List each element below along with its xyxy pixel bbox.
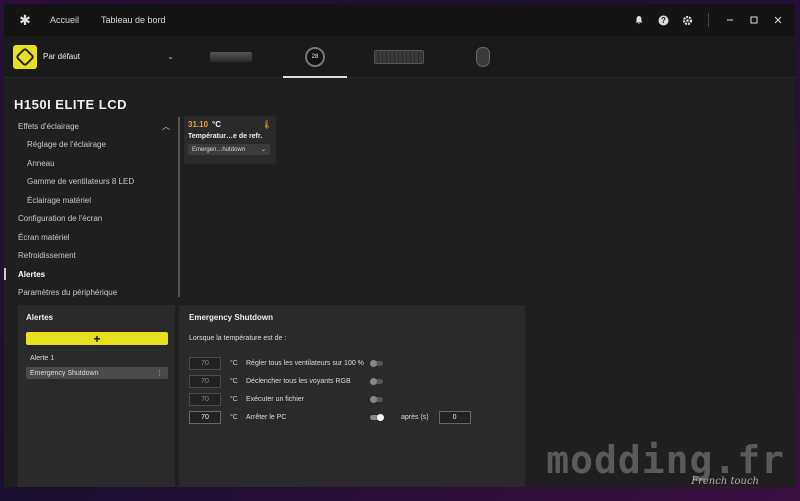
- unit-label: °C: [230, 396, 238, 403]
- profile-hexagon-icon: [13, 44, 37, 69]
- sidebar-item-ring[interactable]: Anneau: [4, 154, 176, 173]
- maximize-icon[interactable]: [747, 13, 761, 27]
- device-title: H150I ELITE LCD: [14, 97, 127, 112]
- temperature-value: 31.10: [188, 120, 209, 129]
- alerts-panel: Alertes + Alerte 1 Emergency Shutdown ⋮: [18, 305, 175, 487]
- alert-select-value: Emergen…hutdown: [192, 146, 246, 153]
- sidebar-item-fan-8led[interactable]: Gamme de ventilateurs 8 LED: [4, 173, 176, 192]
- threshold-input[interactable]: 70: [189, 411, 221, 424]
- device-keyboard[interactable]: [367, 36, 431, 78]
- action-row-fans: 70 °C Régler tous les ventilateurs sur 1…: [189, 357, 383, 370]
- corsair-logo-icon: ✱: [19, 11, 31, 28]
- title-bar: ✱ Accueil Tableau de bord ?: [4, 4, 795, 36]
- sidebar-item-hardware-screen[interactable]: Écran matériel: [4, 228, 176, 247]
- sidebar-item-lighting-effects[interactable]: Effets d'éclairage ︿: [4, 117, 176, 136]
- unit-label: °C: [230, 414, 238, 421]
- sidebar-item-cooling[interactable]: Refroidissement: [4, 247, 176, 266]
- alerts-title: Alertes: [26, 313, 54, 322]
- action-row-shutdown: 70 °C Arrêter le PC après (s) 0: [189, 411, 471, 424]
- delay-input[interactable]: 0: [438, 411, 471, 424]
- device-gpu[interactable]: [199, 36, 263, 78]
- sidebar-item-screen-config[interactable]: Configuration de l'écran: [4, 210, 176, 229]
- action-label: Déclencher tous les voyants RGB: [246, 378, 351, 385]
- sidebar-item-hardware-lighting[interactable]: Éclairage matériel: [4, 191, 176, 210]
- unit-label: °C: [230, 378, 238, 385]
- gpu-icon: [210, 51, 252, 62]
- sidebar-item-alerts[interactable]: Alertes: [4, 265, 176, 284]
- profile-selector[interactable]: Par défaut ⌄: [4, 44, 174, 69]
- temperature-unit: °C: [212, 120, 222, 129]
- threshold-input[interactable]: 70: [189, 375, 221, 388]
- minimize-icon[interactable]: [723, 13, 737, 27]
- threshold-input[interactable]: 70: [189, 393, 221, 406]
- temperature-card[interactable]: 31.10 °C 🌡 Températur…e de refr. Emergen…: [184, 116, 276, 164]
- add-alert-button[interactable]: +: [26, 332, 168, 346]
- action-row-rgb: 70 °C Déclencher tous les voyants RGB: [189, 375, 383, 388]
- action-label: Exécuter un fichier: [246, 396, 304, 403]
- bell-icon[interactable]: [632, 13, 646, 27]
- device-pump[interactable]: 28: [283, 36, 347, 78]
- sidebar-item-device-settings[interactable]: Paramètres du périphérique: [4, 284, 176, 303]
- threshold-input[interactable]: 70: [189, 357, 221, 370]
- gear-icon[interactable]: [680, 13, 694, 27]
- help-icon[interactable]: ?: [656, 13, 670, 27]
- device-mouse[interactable]: [451, 36, 515, 78]
- emergency-title: Emergency Shutdown: [189, 313, 274, 322]
- unit-label: °C: [230, 360, 238, 367]
- nav-home[interactable]: Accueil: [50, 15, 79, 25]
- keyboard-icon: [374, 49, 424, 64]
- chevron-down-icon: ⌄: [260, 147, 266, 153]
- chevron-down-icon: ⌄: [167, 52, 174, 61]
- alert-item-label: Emergency Shutdown: [30, 369, 99, 377]
- action-label: Régler tous les ventilateurs sur 100 %: [246, 360, 364, 367]
- watermark: modding.fr French touch: [546, 438, 785, 487]
- file-toggle[interactable]: [370, 396, 383, 403]
- divider: [708, 13, 709, 27]
- alert-item-emergency[interactable]: Emergency Shutdown ⋮: [26, 367, 168, 379]
- app-window: ✱ Accueil Tableau de bord ? Par défaut ⌄…: [4, 4, 795, 487]
- nav-dashboard[interactable]: Tableau de bord: [101, 15, 166, 25]
- alert-select[interactable]: Emergen…hutdown ⌄: [188, 144, 270, 155]
- emergency-subtitle: Lorsque la température est de :: [189, 335, 287, 342]
- close-icon[interactable]: [771, 13, 785, 27]
- thermometer-icon: 🌡: [261, 120, 272, 129]
- action-row-file: 70 °C Exécuter un fichier: [189, 393, 383, 406]
- fans-toggle[interactable]: [370, 360, 383, 367]
- shutdown-toggle[interactable]: [370, 414, 384, 421]
- delay-label: après (s): [401, 414, 429, 421]
- device-bar: Par défaut ⌄ 28: [4, 36, 795, 78]
- alert-item-label: Alerte 1: [30, 354, 55, 362]
- profile-name: Par défaut: [43, 52, 80, 61]
- temperature-sensor-name: Températur…e de refr.: [188, 133, 263, 140]
- sidebar-item-label: Effets d'éclairage: [18, 121, 79, 131]
- sidebar-scrollbar[interactable]: [178, 117, 180, 297]
- alert-item-1[interactable]: Alerte 1: [26, 352, 168, 364]
- sidebar-item-lighting-setup[interactable]: Réglage de l'éclairage: [4, 136, 176, 155]
- svg-text:?: ?: [661, 16, 666, 25]
- action-label: Arrêter le PC: [246, 414, 287, 421]
- rgb-toggle[interactable]: [370, 378, 383, 385]
- emergency-panel: Emergency Shutdown Lorsque la températur…: [179, 305, 525, 487]
- pump-lcd-icon: 28: [305, 46, 325, 67]
- sidebar: Effets d'éclairage ︿ Réglage de l'éclair…: [4, 117, 176, 302]
- more-options-icon[interactable]: ⋮: [156, 369, 163, 377]
- mouse-icon: [476, 46, 490, 67]
- chevron-up-icon[interactable]: ︿: [162, 121, 170, 132]
